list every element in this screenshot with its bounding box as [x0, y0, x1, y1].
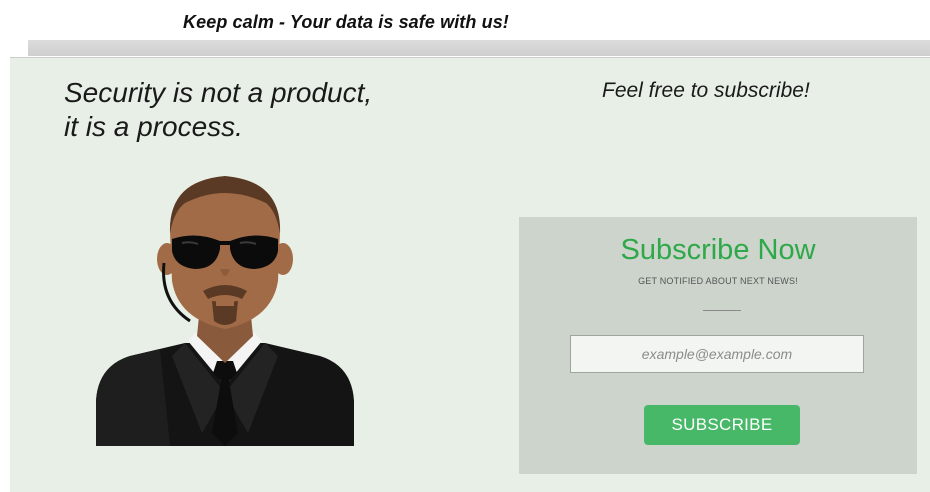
subscribe-divider: [703, 310, 741, 311]
header-shadow-bar: [28, 40, 930, 56]
banner-text: Keep calm - Your data is safe with us!: [183, 12, 509, 32]
email-field[interactable]: [570, 335, 864, 373]
subscribe-title: Subscribe Now: [620, 234, 816, 266]
subscribe-invite-text: Feel free to subscribe!: [602, 79, 810, 102]
subscribe-button[interactable]: SUBSCRIBE: [644, 405, 800, 445]
subscribe-subtitle: GET NOTIFIED ABOUT NEXT NEWS!: [638, 276, 798, 286]
subscribe-box: Subscribe Now GET NOTIFIED ABOUT NEXT NE…: [519, 217, 917, 474]
top-banner: Keep calm - Your data is safe with us!: [0, 8, 930, 38]
security-guard-icon: [90, 171, 360, 446]
security-quote: Security is not a product, it is a proce…: [64, 76, 424, 144]
quote-line-2: it is a process.: [64, 111, 243, 142]
quote-line-1: Security is not a product,: [64, 77, 373, 108]
main-panel: Security is not a product, it is a proce…: [10, 57, 930, 492]
